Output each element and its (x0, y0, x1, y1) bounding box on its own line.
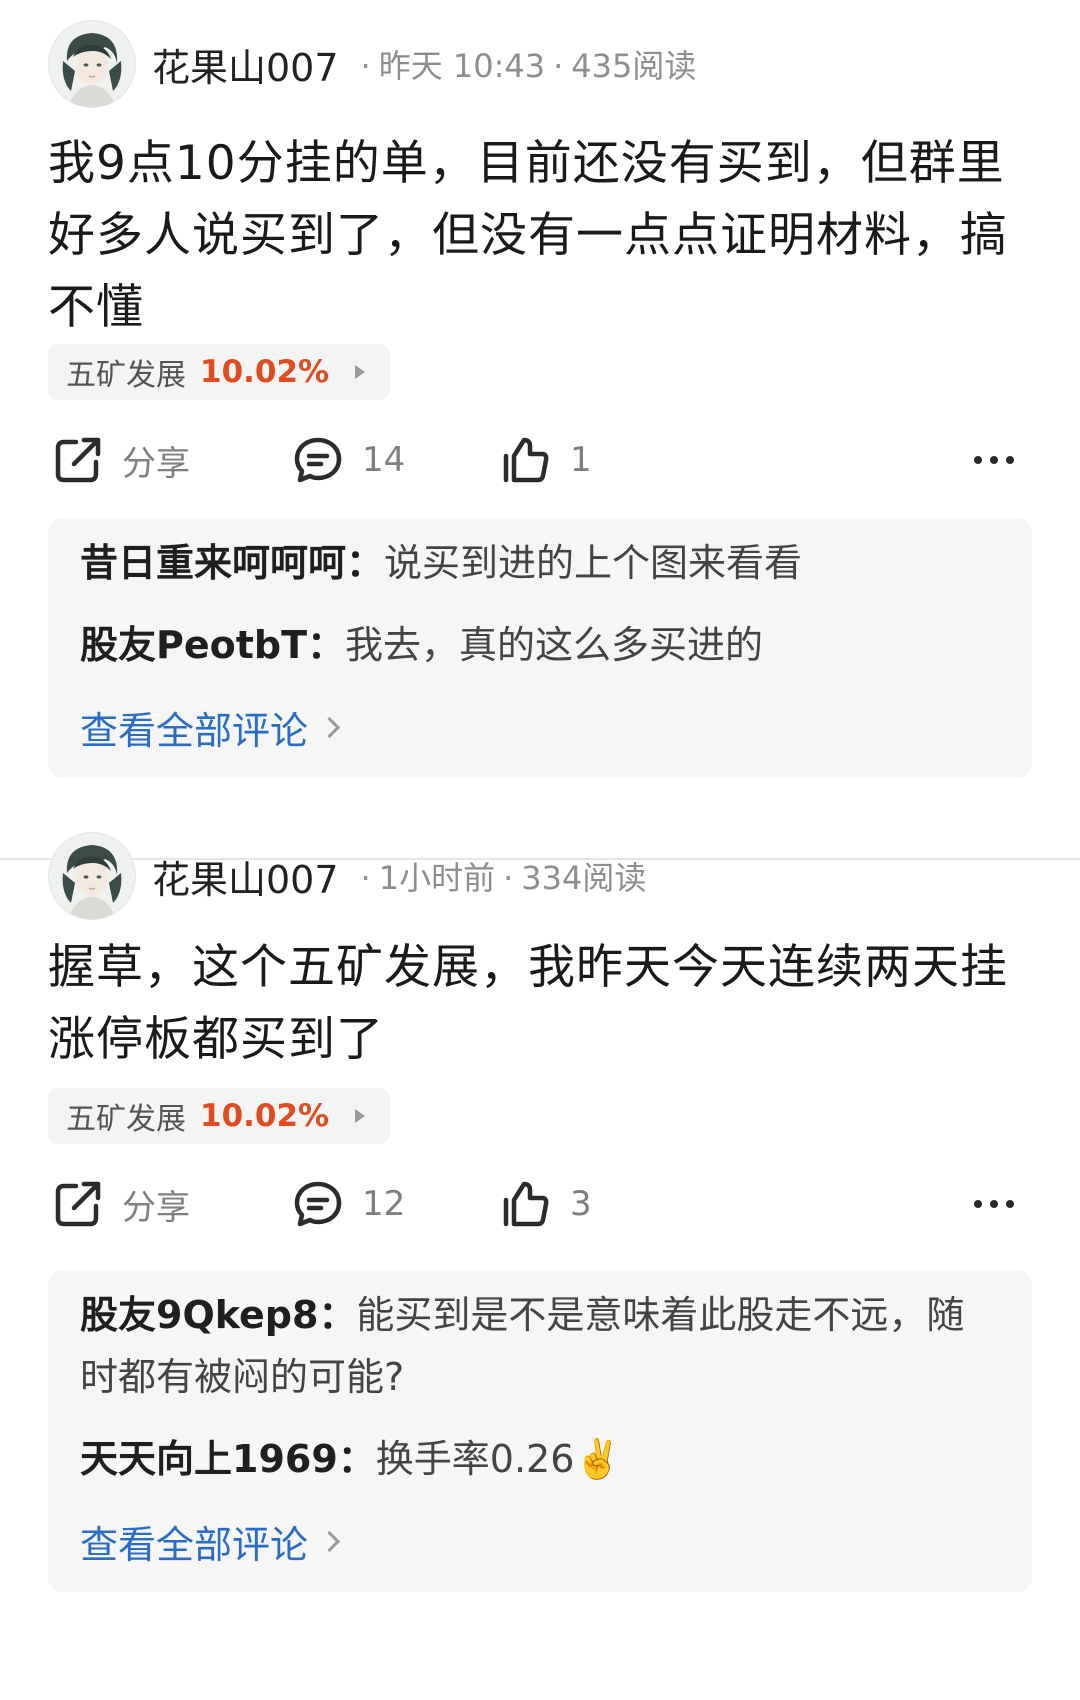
comment-author[interactable]: 股友PeotbT： (80, 623, 345, 667)
action-bar: 分享 14 1 (48, 428, 1032, 492)
thumbs-up-icon (500, 434, 552, 486)
comment-preview-box[interactable]: 股友9Qkep8：能买到是不是意味着此股走不远，随时都有被闷的可能? 天天向上1… (48, 1270, 1032, 1592)
comment-item[interactable]: 天天向上1969：换手率0.26✌️ (80, 1428, 1000, 1490)
action-bar: 分享 12 3 (48, 1172, 1032, 1236)
comment-item[interactable]: 股友PeotbT：我去，真的这么多买进的 (80, 614, 1000, 676)
comment-text: 我去，真的这么多买进的 (345, 623, 764, 667)
username[interactable]: 花果山007 (152, 849, 339, 904)
post-header: 花果山007 · 1小时前 · 334阅读 (48, 832, 646, 920)
share-button[interactable]: 分享 (52, 1172, 190, 1236)
chevron-right-icon (318, 1530, 341, 1552)
share-button[interactable]: 分享 (52, 428, 190, 492)
view-all-comments-link[interactable]: 查看全部评论 (80, 696, 1000, 758)
post-header: 花果山007 · 昨天 10:43 · 435阅读 (48, 20, 696, 108)
play-arrow-icon (355, 1109, 366, 1123)
view-all-label: 查看全部评论 (80, 1522, 309, 1567)
comment-count: 12 (362, 1184, 406, 1224)
comment-text: 说买到进的上个图来看看 (384, 541, 803, 585)
post-card[interactable]: 花果山007 · 1小时前 · 334阅读 握草，这个五矿发展，我昨天今天连续两天挂涨… (0, 832, 1080, 1700)
more-button[interactable] (972, 428, 1016, 492)
view-all-comments-link[interactable]: 查看全部评论 (80, 1510, 1000, 1572)
stock-name: 五矿发展 (66, 358, 186, 393)
stock-name: 五矿发展 (66, 1102, 186, 1137)
stock-tag[interactable]: 五矿发展 10.02% (48, 1088, 390, 1144)
comment-author[interactable]: 昔日重来呵呵呵： (80, 541, 384, 585)
share-icon (52, 1178, 104, 1230)
comment-icon (292, 1178, 344, 1230)
comment-preview-box[interactable]: 昔日重来呵呵呵：说买到进的上个图来看看 股友PeotbT：我去，真的这么多买进的… (48, 518, 1032, 778)
play-arrow-icon (355, 365, 366, 379)
meta-separator: · (553, 47, 564, 85)
stock-change: 10.02% (200, 354, 330, 390)
chevron-right-icon (318, 716, 341, 738)
meta-separator: · (360, 47, 371, 85)
post-meta: · 1小时前 · 334阅读 (353, 853, 647, 899)
stock-tag[interactable]: 五矿发展 10.02% (48, 344, 390, 400)
more-button[interactable] (972, 1172, 1016, 1236)
post-time: 昨天 10:43 (378, 47, 546, 85)
like-count: 3 (570, 1184, 592, 1224)
view-all-label: 查看全部评论 (80, 708, 309, 753)
comment-icon (292, 434, 344, 486)
username[interactable]: 花果山007 (152, 37, 339, 92)
share-icon (52, 434, 104, 486)
comment-text: 换手率0.26✌️ (375, 1437, 622, 1481)
comment-author[interactable]: 天天向上1969： (80, 1437, 376, 1481)
share-label: 分享 (122, 443, 190, 484)
post-content[interactable]: 我9点10分挂的单，目前还没有买到，但群里好多人说买到了，但没有一点点证明材料，… (48, 128, 1032, 344)
post-content[interactable]: 握草，这个五矿发展，我昨天今天连续两天挂涨停板都买到了 (48, 932, 1032, 1076)
post-card[interactable]: 花果山007 · 昨天 10:43 · 435阅读 我9点10分挂的单，目前还没有买到… (0, 0, 1080, 858)
comment-author[interactable]: 股友9Qkep8： (80, 1293, 356, 1337)
post-meta: · 昨天 10:43 · 435阅读 (353, 41, 697, 87)
like-button[interactable]: 3 (500, 1172, 592, 1236)
like-count: 1 (570, 440, 592, 480)
meta-separator: · (360, 859, 371, 897)
comment-item[interactable]: 股友9Qkep8：能买到是不是意味着此股走不远，随时都有被闷的可能? (80, 1284, 1000, 1408)
comment-count: 14 (362, 440, 406, 480)
meta-separator: · (503, 859, 514, 897)
more-dots-icon (972, 1198, 1016, 1210)
read-count: 435阅读 (571, 47, 697, 85)
more-dots-icon (972, 454, 1016, 466)
post-time: 1小时前 (378, 859, 496, 897)
avatar[interactable] (48, 20, 136, 108)
thumbs-up-icon (500, 1178, 552, 1230)
share-label: 分享 (122, 1187, 190, 1228)
comment-button[interactable]: 14 (292, 428, 405, 492)
stock-change: 10.02% (200, 1098, 330, 1134)
comment-button[interactable]: 12 (292, 1172, 405, 1236)
read-count: 334阅读 (521, 859, 647, 897)
comment-item[interactable]: 昔日重来呵呵呵：说买到进的上个图来看看 (80, 532, 1000, 594)
like-button[interactable]: 1 (500, 428, 592, 492)
avatar[interactable] (48, 832, 136, 920)
